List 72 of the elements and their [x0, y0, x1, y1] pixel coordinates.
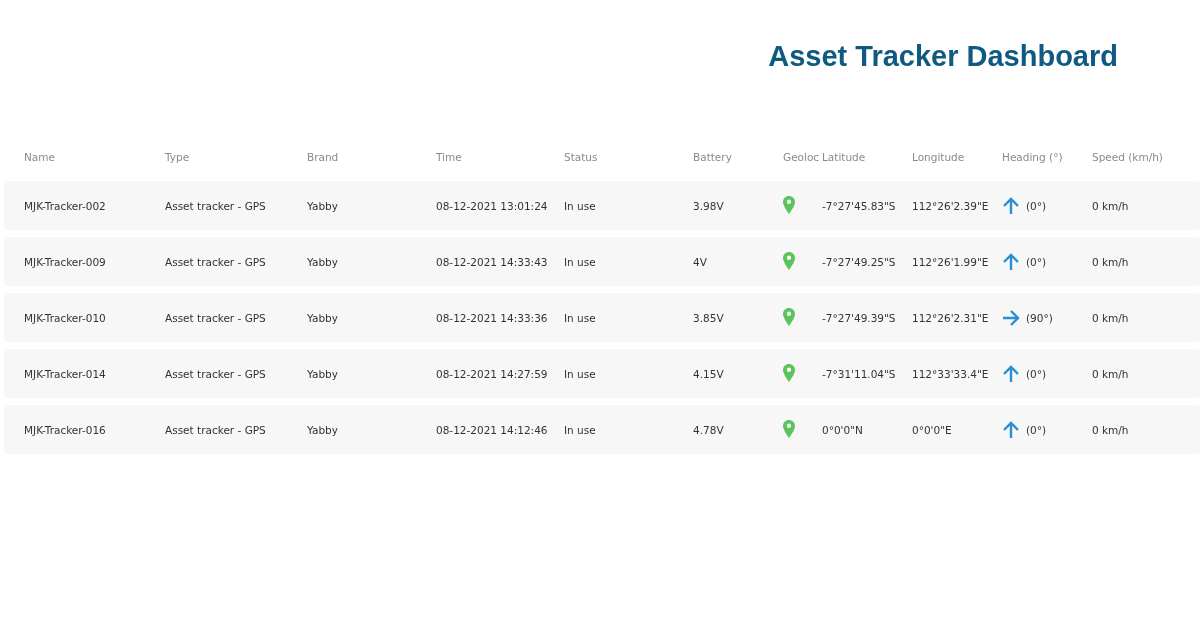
- table-cell-text: 112°26'2.39"E: [912, 199, 990, 212]
- table-cell-text: 112°26'2.31"E: [912, 311, 990, 324]
- table-cell-text: -7°31'11.04"S: [822, 367, 897, 380]
- map-pin-icon[interactable]: [783, 251, 795, 270]
- map-pin-icon[interactable]: [783, 195, 795, 214]
- column-header: Speed (km/h): [1092, 151, 1164, 163]
- table-cell-text: 0 km/h: [1092, 311, 1130, 324]
- arrow-icon: [1002, 420, 1020, 439]
- table-cell-text: 0 km/h: [1092, 367, 1130, 380]
- arrow-icon: [1002, 252, 1020, 271]
- column-header: Status: [564, 151, 599, 163]
- column-header: Geoloc: [783, 151, 821, 163]
- column-header: Battery: [693, 151, 733, 163]
- table-cell-text: Yabby: [307, 367, 339, 380]
- table-cell-text: In use: [564, 311, 597, 324]
- table-cell-text: Asset tracker - GPS: [165, 311, 267, 324]
- column-header: Time: [436, 151, 463, 163]
- table-cell: (0°): [1026, 199, 1047, 212]
- table-cell-text: Yabby: [307, 199, 339, 212]
- table-cell-text: 08-12-2021 14:12:46: [436, 423, 549, 436]
- table-cell-text: -7°27'49.25"S: [822, 255, 897, 268]
- table-cell-text: MJK-Tracker-010: [24, 311, 107, 324]
- table-cell-text: MJK-Tracker-009: [24, 255, 107, 268]
- table-cell-text: In use: [564, 367, 597, 380]
- table-cell-text: 08-12-2021 14:33:43: [436, 255, 549, 268]
- map-pin-icon[interactable]: [783, 363, 795, 382]
- table-cell-text: 08-12-2021 14:33:36: [436, 311, 549, 324]
- column-header: Longitude: [912, 151, 966, 163]
- table-cell-text: Yabby: [307, 423, 339, 436]
- dashboard-title: Asset Tracker Dashboard: [768, 40, 1118, 74]
- table-cell-text: 4V: [693, 255, 708, 268]
- map-pin-icon[interactable]: [783, 419, 795, 438]
- table-cell-text: 0 km/h: [1092, 255, 1130, 268]
- table-cell-text: 0°0'0"E: [912, 423, 953, 436]
- arrow-icon: [1002, 364, 1020, 383]
- table-cell-text: Asset tracker - GPS: [165, 423, 267, 436]
- table-cell-text: -7°27'49.39"S: [822, 311, 897, 324]
- table-cell-text: Asset tracker - GPS: [165, 199, 267, 212]
- arrow-icon: [1002, 196, 1020, 215]
- table-cell-text: 4.78V: [693, 423, 725, 436]
- column-header: Heading (°): [1002, 151, 1064, 163]
- table-cell-text: 0°0'0"N: [822, 423, 864, 436]
- table-cell: (0°): [1026, 423, 1047, 436]
- arrow-icon: [1002, 308, 1020, 327]
- column-header: Type: [165, 151, 191, 163]
- table-cell-text: MJK-Tracker-016: [24, 423, 107, 436]
- table-cell-text: 112°33'33.4"E: [912, 367, 990, 380]
- table-cell-text: 08-12-2021 13:01:24: [436, 199, 549, 212]
- table-cell-text: 112°26'1.99"E: [912, 255, 990, 268]
- table-cell-text: 3.98V: [693, 199, 725, 212]
- table-cell: (90°): [1026, 311, 1053, 324]
- map-pin-icon[interactable]: [783, 307, 795, 326]
- table-cell-text: Asset tracker - GPS: [165, 255, 267, 268]
- table-cell-text: Yabby: [307, 255, 339, 268]
- table-cell-text: 0 km/h: [1092, 423, 1130, 436]
- table-cell-text: 4.15V: [693, 367, 725, 380]
- table-cell-text: Yabby: [307, 311, 339, 324]
- table-cell-text: In use: [564, 423, 597, 436]
- table-cell-text: -7°27'45.83"S: [822, 199, 897, 212]
- table-cell-text: Asset tracker - GPS: [165, 367, 267, 380]
- table-cell-text: MJK-Tracker-014: [24, 367, 107, 380]
- table-cell-text: MJK-Tracker-002: [24, 199, 107, 212]
- column-header: Latitude: [822, 151, 867, 163]
- table-cell-text: In use: [564, 199, 597, 212]
- table-cell-text: 3.85V: [693, 311, 725, 324]
- table-cell-text: In use: [564, 255, 597, 268]
- column-header: Brand: [307, 151, 340, 163]
- table-cell: (0°): [1026, 255, 1047, 268]
- table-cell: (0°): [1026, 367, 1047, 380]
- table-cell-text: 08-12-2021 14:27:59: [436, 367, 549, 380]
- table-cell-text: 0 km/h: [1092, 199, 1130, 212]
- column-header: Name: [24, 151, 56, 163]
